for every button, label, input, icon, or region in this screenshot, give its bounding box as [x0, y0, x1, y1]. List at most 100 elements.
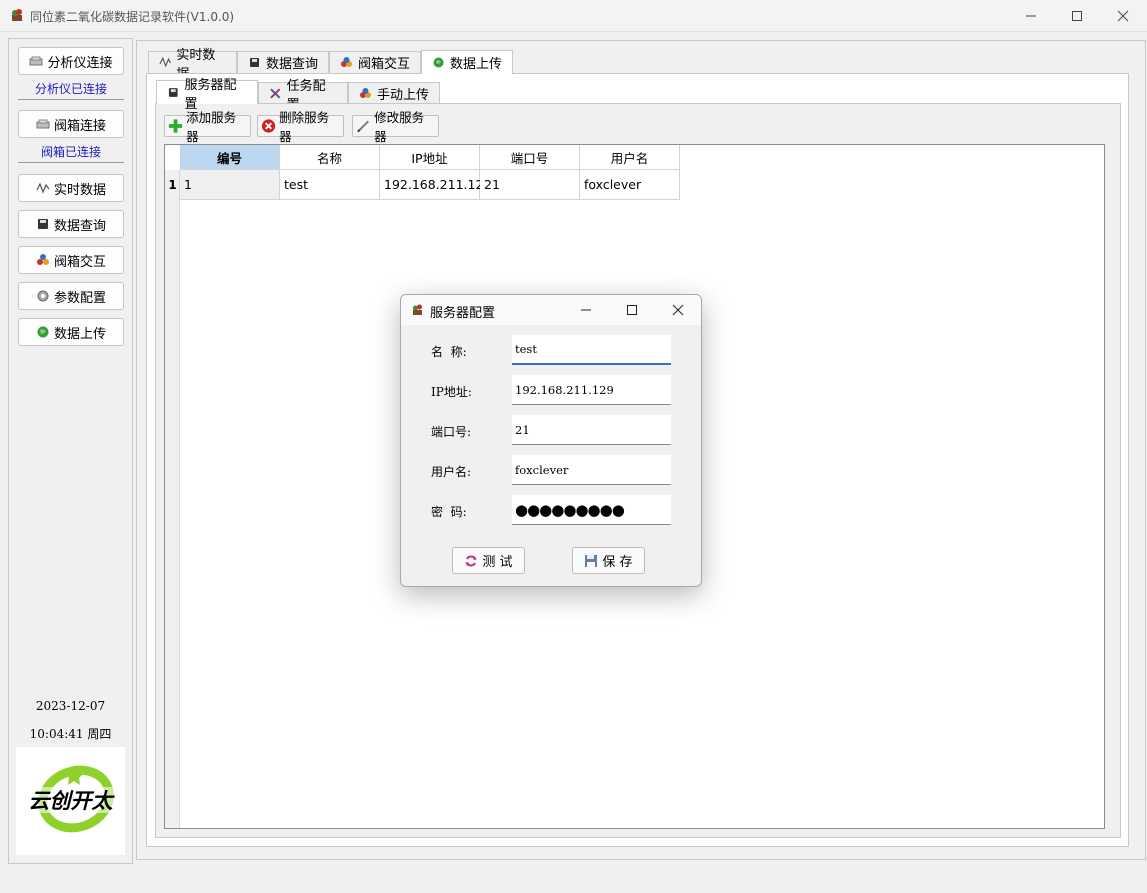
database-icon	[37, 219, 48, 229]
gear-icon	[37, 290, 49, 302]
blocks-icon	[341, 57, 352, 67]
analyzer-status: 分析仪已连接	[34, 82, 107, 96]
sidebar-item-label: 数据上传	[53, 326, 106, 342]
current-time: 10:04:41 周四	[29, 727, 112, 741]
pencil-icon	[357, 120, 369, 133]
password-field[interactable]	[512, 495, 671, 525]
blocks-icon	[360, 88, 371, 98]
sidebar-item-data-upload[interactable]: 数据上传	[18, 318, 124, 346]
maximize-icon	[1072, 11, 1082, 21]
window-titlebar: 同位素二氧化碳数据记录软件(V1.0.0)	[0, 0, 1147, 32]
dialog-minimize-button[interactable]	[563, 295, 609, 325]
sidebar-divider	[18, 99, 124, 100]
close-icon	[672, 304, 684, 316]
row-number[interactable]: 1	[165, 170, 180, 200]
valvebox-status: 阀箱已连接	[40, 145, 101, 159]
name-label: 名 称:	[431, 345, 467, 359]
globe-icon	[433, 57, 444, 68]
table-cell-port[interactable]: 21	[480, 170, 580, 200]
minimize-icon	[581, 309, 591, 311]
database-icon	[250, 58, 259, 67]
column-header-ip[interactable]: IP地址	[380, 145, 480, 170]
save-button[interactable]: 保 存	[572, 547, 645, 574]
table-cell-name[interactable]: test	[280, 170, 380, 200]
app-icon	[12, 9, 22, 21]
minimize-icon	[1026, 15, 1036, 17]
edit-server-button[interactable]: 修改服务器	[352, 110, 439, 144]
waveform-icon	[159, 56, 171, 68]
column-header-port[interactable]: 端口号	[480, 145, 580, 170]
edit-server-label: 修改服务器	[374, 110, 425, 144]
minimize-button[interactable]	[1008, 0, 1054, 32]
test-button[interactable]: 测 试	[452, 547, 525, 574]
close-button[interactable]	[1100, 0, 1146, 32]
sidebar-item-data-query[interactable]: 数据查询	[18, 210, 124, 238]
tab-server-config[interactable]: 服务器配置	[156, 78, 258, 112]
sidebar-item-realtime-data[interactable]: 实时数据	[18, 174, 124, 202]
save-icon	[585, 554, 598, 567]
blocks-icon	[36, 254, 49, 265]
window-title: 同位素二氧化碳数据记录软件(V1.0.0)	[30, 10, 235, 24]
column-header-id[interactable]: 编号	[180, 145, 280, 170]
table-cell-username[interactable]: foxclever	[580, 170, 680, 200]
row-header-column	[165, 145, 180, 828]
delete-server-button[interactable]: 删除服务器	[257, 110, 344, 144]
tab-task-config[interactable]: 任务配置	[258, 79, 348, 113]
sidebar-item-valvebox-interaction[interactable]: 阀箱交互	[18, 246, 124, 274]
delete-server-label: 删除服务器	[279, 110, 330, 144]
close-icon	[1117, 10, 1129, 22]
tab-label: 服务器配置	[184, 77, 237, 112]
add-server-button[interactable]: 添加服务器	[164, 110, 251, 144]
test-button-label: 测 试	[482, 555, 513, 570]
refresh-icon	[465, 555, 477, 566]
tab-valvebox-interaction[interactable]: 阀箱交互	[329, 51, 421, 73]
waveform-icon	[36, 182, 50, 194]
plus-icon	[168, 119, 183, 133]
dialog-title: 服务器配置	[430, 306, 496, 321]
column-header-username[interactable]: 用户名	[580, 145, 680, 170]
ip-label: IP地址:	[431, 385, 472, 399]
tab-label: 数据查询	[266, 57, 319, 72]
table-corner	[165, 145, 180, 170]
analyzer-connect-button[interactable]: 分析仪连接	[18, 47, 124, 75]
globe-icon	[37, 326, 49, 338]
sidebar-item-label: 参数配置	[53, 290, 106, 306]
tab-label: 阀箱交互	[358, 57, 411, 72]
app-icon	[413, 304, 422, 315]
sidebar-item-parameter-config[interactable]: 参数配置	[18, 282, 124, 310]
valvebox-connect-label: 阀箱连接	[53, 118, 106, 134]
tab-realtime-data[interactable]: 实时数据	[148, 48, 237, 82]
table-cell-id[interactable]: 1	[180, 170, 280, 200]
add-server-label: 添加服务器	[186, 110, 237, 144]
tab-label: 数据上传	[450, 57, 503, 72]
sidebar-item-label: 数据查询	[53, 218, 106, 234]
current-date: 2023-12-07	[35, 699, 106, 713]
tab-data-upload[interactable]: 数据上传	[421, 50, 513, 74]
table-cell-ip[interactable]: 192.168.211.129	[380, 170, 491, 200]
port-field[interactable]	[512, 415, 671, 445]
tab-data-query[interactable]: 数据查询	[237, 51, 329, 73]
ip-field[interactable]	[512, 375, 671, 405]
username-field[interactable]	[512, 455, 671, 485]
sidebar-divider	[18, 162, 124, 163]
username-label: 用户名:	[431, 465, 472, 479]
delete-icon	[261, 119, 276, 133]
server-config-dialog: 服务器配置 名 称: IP地址: 端口号: 用户名: 密 码: 测 试 保 存	[400, 294, 702, 587]
dialog-maximize-button[interactable]	[609, 295, 655, 325]
save-button-label: 保 存	[602, 555, 633, 570]
analyzer-connect-label: 分析仪连接	[47, 55, 113, 71]
valvebox-connect-button[interactable]: 阀箱连接	[18, 110, 124, 138]
logo-text: 云创开太	[28, 789, 113, 813]
dialog-close-button[interactable]	[655, 295, 701, 325]
tab-manual-upload[interactable]: 手动上传	[348, 82, 440, 104]
analyzer-icon	[29, 56, 43, 66]
database-icon	[168, 88, 178, 97]
maximize-button[interactable]	[1054, 0, 1100, 32]
company-logo: 云创开太	[16, 747, 125, 855]
sidebar: 分析仪连接 分析仪已连接 阀箱连接 阀箱已连接 实时数据 数据查询 阀箱交互 参…	[8, 38, 133, 864]
name-field[interactable]	[512, 335, 671, 365]
tab-label: 手动上传	[377, 88, 430, 103]
port-label: 端口号:	[431, 425, 472, 439]
column-header-name[interactable]: 名称	[280, 145, 380, 170]
dialog-titlebar: 服务器配置	[401, 295, 701, 325]
